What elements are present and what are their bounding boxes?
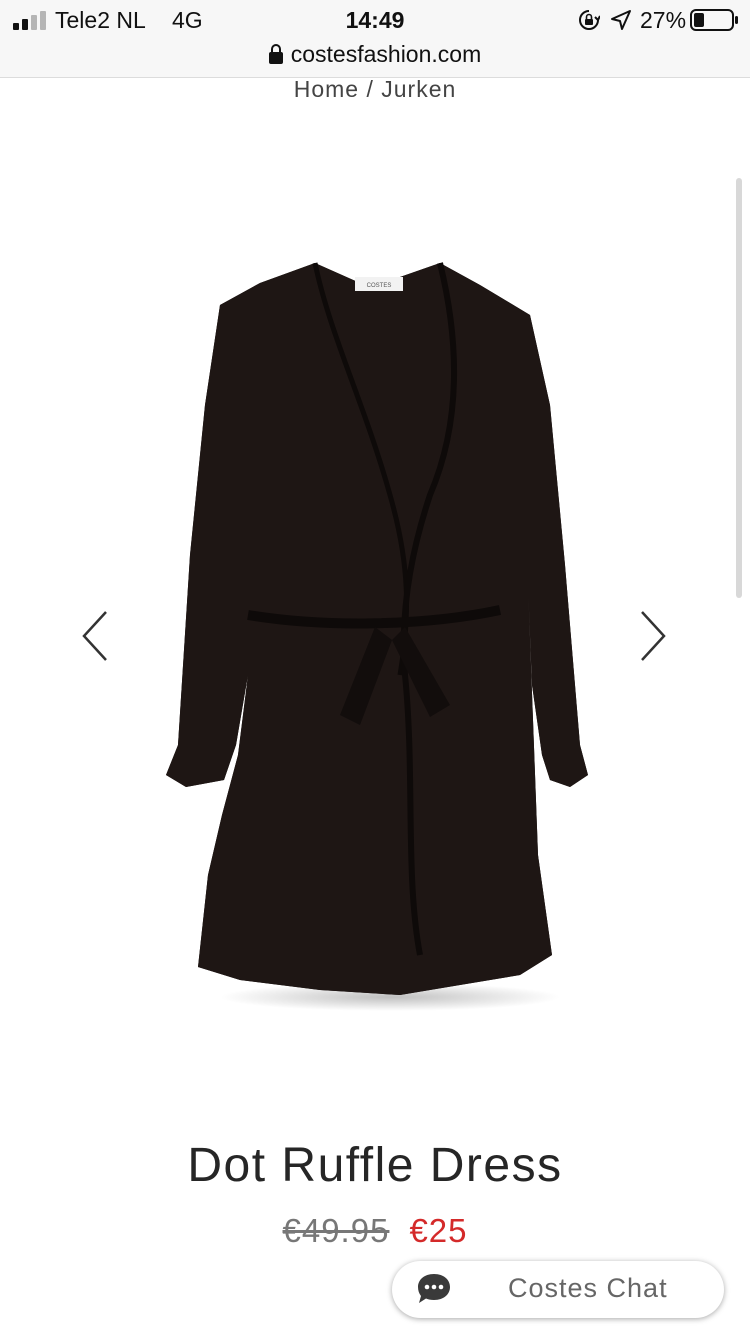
status-time: 14:49 [345, 7, 405, 33]
battery-icon [690, 9, 738, 31]
battery-percentage: 27% [640, 7, 687, 33]
product-title: Dot Ruffle Dress [187, 1139, 563, 1192]
address-bar[interactable]: costesfashion.com [0, 40, 750, 78]
next-image-arrow-icon[interactable] [632, 608, 672, 664]
lock-icon [268, 44, 283, 64]
chat-bubble-icon [418, 1274, 450, 1303]
costes-chat-button[interactable]: Costes Chat [392, 1261, 724, 1318]
price-row: €49.95 €25 [0, 1212, 750, 1250]
status-bar: Tele2 NL 4G 14:49 27% [0, 0, 750, 40]
chat-label: Costes Chat [508, 1273, 668, 1303]
original-price: €49.95 [282, 1212, 390, 1249]
url-text: costesfashion.com [290, 41, 482, 67]
scrollbar[interactable] [736, 178, 742, 598]
sale-price: €25 [409, 1212, 468, 1249]
svg-text:COSTES: COSTES [367, 283, 392, 289]
previous-image-arrow-icon[interactable] [76, 608, 116, 664]
breadcrumb[interactable]: Home / Jurken [0, 76, 750, 103]
rotation-lock-icon [579, 10, 600, 30]
product-image[interactable]: COSTES [160, 255, 595, 1015]
location-arrow-icon [611, 10, 631, 30]
